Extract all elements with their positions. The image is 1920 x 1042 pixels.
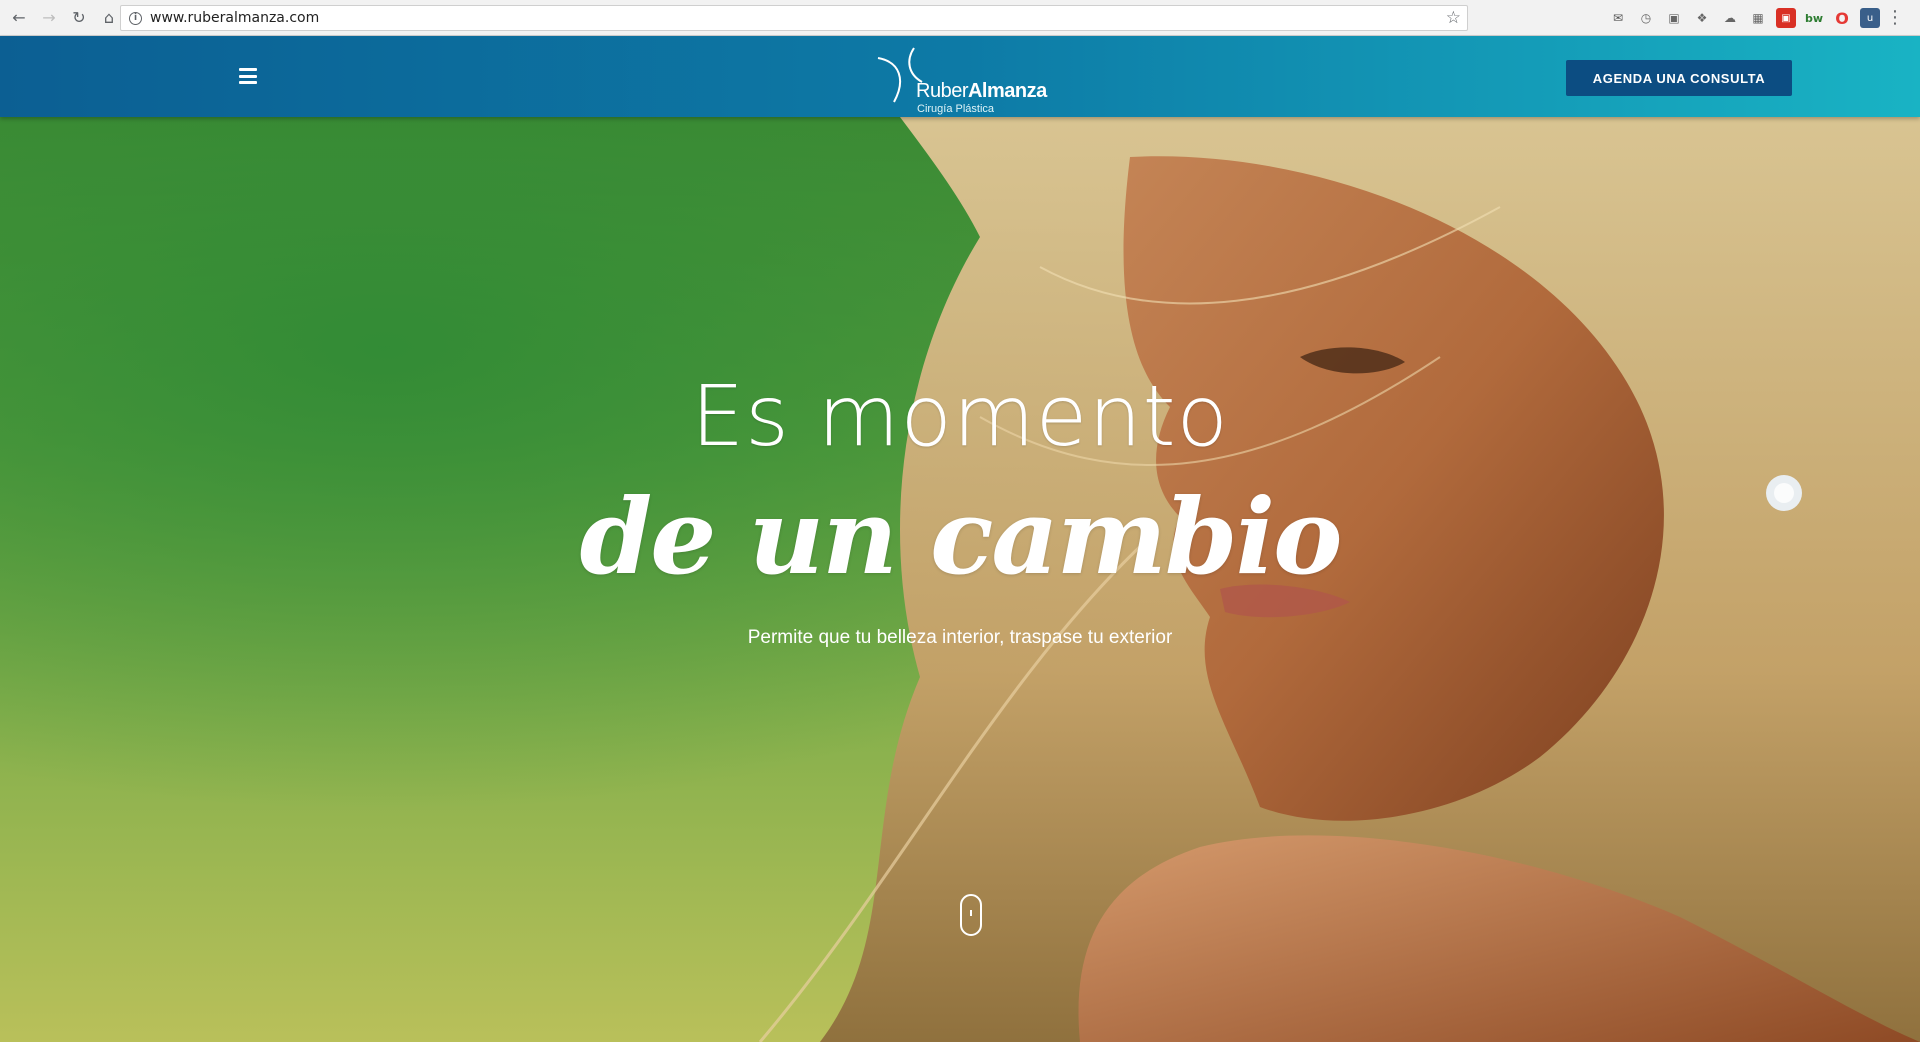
agenda-consulta-button[interactable]: AGENDA UNA CONSULTA [1566,60,1792,96]
hero-headline: Es momento [691,367,1229,465]
hero-subtitle: Permite que tu belleza interior, traspas… [747,627,1173,648]
grid-extension-icon[interactable]: ▦ [1748,8,1768,28]
logo-wordmark: RuberAlmanza [916,80,1047,102]
mail-extension-icon[interactable]: ✉ [1608,8,1628,28]
hero-script-headline: de un cambio [579,475,1343,598]
info-icon[interactable]: i [129,11,142,25]
lock-extension-icon[interactable]: ▣ [1776,8,1796,28]
url-text: www.ruberalmanza.com [150,10,320,26]
clock-extension-icon[interactable]: ◷ [1636,8,1656,28]
dropbox-extension-icon[interactable]: ❖ [1692,8,1712,28]
forward-icon[interactable]: → [38,7,60,29]
cloud-extension-icon[interactable]: ☁ [1720,8,1740,28]
opera-extension-icon[interactable]: O [1832,8,1852,28]
hero-section: Es momento de un cambio Permite que tu b… [0,117,1920,1042]
scroll-down-icon[interactable] [960,894,982,936]
browser-toolbar: ← → ↻ ⌂ i www.ruberalmanza.com ☆ ✉ ◷ ▣ ❖… [0,0,1920,36]
home-icon[interactable]: ⌂ [98,7,120,29]
reload-icon[interactable]: ↻ [68,7,90,29]
address-bar[interactable]: i www.ruberalmanza.com ☆ [120,5,1468,31]
ublock-extension-icon[interactable]: u [1860,8,1880,28]
bookmark-star-icon[interactable]: ☆ [1446,8,1461,28]
browser-menu-icon[interactable]: ⋮ [1886,7,1904,28]
screen-extension-icon[interactable]: ▣ [1664,8,1684,28]
site-header: RuberAlmanza Cirugía Plástica AGENDA UNA… [0,36,1920,117]
extension-icons: ✉ ◷ ▣ ❖ ☁ ▦ ▣ bw O u [1608,8,1880,28]
logo[interactable]: RuberAlmanza Cirugía Plástica [876,44,1056,115]
logo-subtitle: Cirugía Plástica [917,103,995,115]
bw-extension-icon[interactable]: bw [1804,8,1824,28]
hamburger-menu-icon[interactable] [239,68,257,84]
back-icon[interactable]: ← [8,7,30,29]
